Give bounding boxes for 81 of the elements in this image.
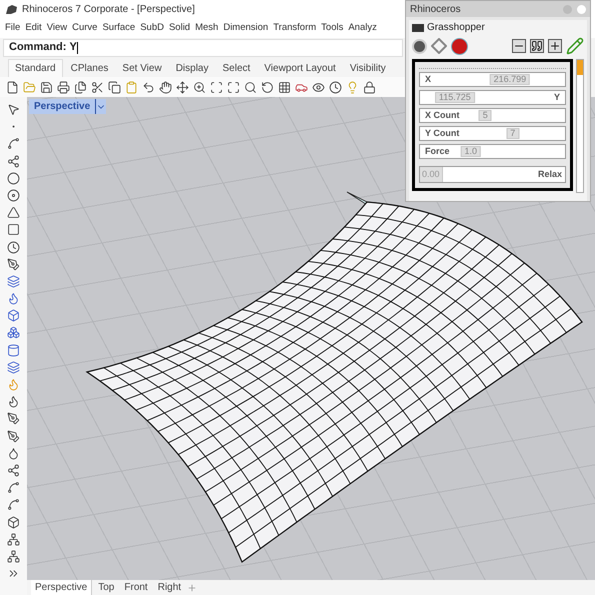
hand-icon[interactable]	[159, 80, 172, 94]
save-icon[interactable]	[40, 80, 53, 94]
app-logo-icon	[5, 4, 18, 14]
menu-item[interactable]: Transform	[273, 20, 316, 36]
box-icon[interactable]	[7, 309, 20, 322]
pointer-icon[interactable]	[7, 103, 20, 116]
clock-icon[interactable]	[329, 80, 342, 94]
copy-icon[interactable]	[108, 80, 121, 94]
minus-icon[interactable]	[512, 39, 526, 53]
menu-item[interactable]: Analyz	[348, 20, 377, 36]
viewport-tab[interactable]: Front	[120, 580, 152, 595]
diagram-icon[interactable]	[7, 550, 20, 563]
slider[interactable]: X 216.799	[419, 72, 566, 87]
toolbar-tab[interactable]: Viewport Layout	[258, 59, 342, 77]
viewport-tab[interactable]: Right	[154, 580, 186, 595]
rotate-icon[interactable]	[261, 80, 274, 94]
menu-item[interactable]: Mesh	[195, 20, 218, 36]
command-field[interactable]: Command: Y	[3, 38, 403, 56]
pages-icon[interactable]	[74, 80, 87, 94]
block-icon[interactable]	[7, 516, 20, 528]
toolbar-tab[interactable]: Visibility	[344, 59, 392, 77]
zoom-window-icon[interactable]	[210, 80, 223, 94]
undo-icon[interactable]	[142, 80, 155, 94]
slider-value: 5	[478, 110, 492, 121]
slider-label: Force	[424, 144, 451, 158]
diamond-icon[interactable]	[431, 38, 447, 54]
zoom-icon[interactable]	[193, 80, 206, 94]
slider-label: Y Count	[424, 126, 460, 140]
menu-item[interactable]: SubD	[140, 20, 164, 36]
viewport-tab[interactable]: Top	[94, 580, 118, 595]
search-icon[interactable]	[244, 80, 257, 94]
menu-item[interactable]: Curve	[72, 20, 98, 36]
slider-label: X	[424, 72, 432, 86]
solids-icon[interactable]	[7, 326, 20, 340]
menu-item[interactable]: Edit	[25, 20, 42, 36]
quote-icon[interactable]	[530, 39, 544, 53]
move-icon[interactable]	[176, 80, 189, 94]
menu-item[interactable]: Dimension	[223, 20, 268, 36]
window-title: Rhinoceros 7 Corporate - [Perspective]	[22, 2, 195, 16]
panel-title: Rhinoceros	[410, 2, 461, 16]
toolbar-tab[interactable]: Display	[170, 59, 214, 77]
viewport-tab[interactable]: Perspective	[31, 580, 92, 595]
add-icon[interactable]	[548, 39, 562, 53]
grid-icon[interactable]	[278, 80, 291, 94]
button-value: 0.00	[420, 167, 443, 182]
panel-icon	[412, 24, 424, 32]
slider-value: 1.0	[460, 146, 481, 157]
cut-icon[interactable]	[91, 80, 104, 94]
toolbar-tab[interactable]: Standard	[8, 59, 63, 77]
clipboard-icon[interactable]	[125, 80, 138, 94]
rectangle-icon[interactable]	[7, 223, 20, 236]
toolbar-tab[interactable]: Set View	[116, 59, 168, 77]
slider-label: X Count	[424, 108, 460, 122]
relax-button[interactable]: 0.00 Relax	[419, 166, 566, 183]
menu-item[interactable]: Solid	[168, 20, 190, 36]
dropdown-icon[interactable]	[95, 99, 106, 114]
slider[interactable]: 115.725 Y	[419, 90, 566, 105]
lock-icon[interactable]	[363, 80, 376, 94]
new-file-icon[interactable]	[6, 80, 19, 94]
slider-value: 115.725	[434, 92, 475, 103]
ellipse-icon[interactable]	[7, 188, 20, 202]
scrollbar[interactable]	[576, 59, 584, 193]
cylinder-icon[interactable]	[7, 344, 20, 357]
menu-item[interactable]: Tools	[321, 20, 344, 36]
printer-icon[interactable]	[57, 80, 70, 94]
viewport-title[interactable]: Perspective	[29, 99, 96, 114]
toolbar-tab[interactable]: Select	[216, 59, 256, 77]
slider[interactable]: Y Count 7	[419, 126, 566, 141]
toolbar-tab[interactable]: CPlanes	[64, 59, 114, 77]
button-label: Relax	[538, 168, 563, 181]
circle-icon[interactable]	[7, 172, 20, 185]
zoom-extents-icon[interactable]	[227, 80, 240, 94]
slider[interactable]: Force 1.0	[419, 144, 566, 159]
slider-value: 216.799	[490, 74, 530, 85]
menu-item[interactable]: View	[46, 20, 68, 36]
menu-item[interactable]: Surface	[102, 20, 136, 36]
slider-value: 7	[506, 128, 520, 139]
panel-tab[interactable]: Grasshopper	[427, 20, 485, 35]
slider[interactable]: X Count 5	[419, 108, 566, 123]
polygon-icon[interactable]	[7, 206, 20, 220]
menu-item[interactable]: File	[5, 20, 20, 36]
